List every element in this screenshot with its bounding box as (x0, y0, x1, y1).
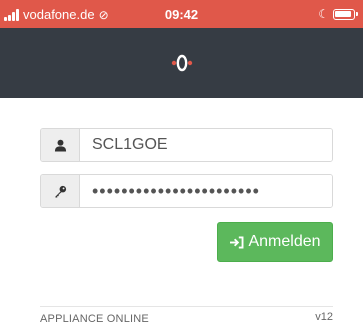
footer-divider (40, 306, 333, 307)
password-field[interactable]: ••••••••••••••••••••••• (40, 174, 333, 208)
username-field[interactable] (40, 128, 333, 162)
login-form: ••••••••••••••••••••••• (40, 128, 333, 220)
sign-in-icon (229, 235, 244, 249)
footer-version: v12 (315, 311, 333, 323)
login-button[interactable]: Anmelden (217, 222, 333, 262)
user-icon (41, 129, 80, 161)
status-time: 09:42 (164, 7, 199, 22)
moon-icon: ☾ (318, 7, 329, 21)
app-header (0, 28, 363, 98)
login-button-label: Anmelden (248, 233, 321, 250)
key-icon (41, 175, 80, 207)
status-right: ☾ (318, 7, 358, 21)
status-bar: vodafone.de ⊘ 09:42 ☾ (0, 0, 363, 28)
battery-icon (333, 8, 358, 20)
username-input[interactable] (80, 129, 332, 161)
footer-app-name: APPLIANCE ONLINE (40, 313, 149, 324)
password-input[interactable]: ••••••••••••••••••••••• (80, 175, 332, 207)
brand-logo-icon (171, 54, 193, 72)
